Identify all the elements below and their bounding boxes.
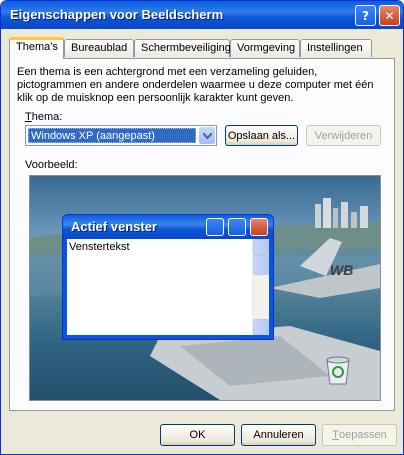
active-window-preview: Actief venster Venstertekst xyxy=(62,214,274,340)
help-button[interactable]: ? xyxy=(355,5,376,26)
tab-label: Bureaublad xyxy=(71,42,128,54)
title-bar[interactable]: Eigenschappen voor Beeldscherm ? ✕ xyxy=(1,1,403,29)
cancel-label: Annuleren xyxy=(253,429,304,441)
scroll-down-icon xyxy=(253,319,269,335)
tab-themas[interactable]: Thema's xyxy=(9,37,64,59)
tab-label: Instellingen xyxy=(307,42,363,54)
close-icon xyxy=(250,218,268,236)
save-as-button[interactable]: Opslaan als... xyxy=(225,125,298,146)
theme-label-rest: hema: xyxy=(31,111,63,123)
ok-label: OK xyxy=(189,429,206,441)
apply-button[interactable]: Toepassen xyxy=(322,424,397,446)
tab-label: Schermbeveiliging xyxy=(141,42,231,54)
save-as-label: Opslaan als... xyxy=(227,129,296,142)
tab-bureaublad[interactable]: Bureaublad xyxy=(64,39,134,57)
apply-accesskey: T xyxy=(332,429,339,441)
active-window-titlebar: Actief venster xyxy=(63,215,273,239)
close-icon: ✕ xyxy=(384,8,395,23)
active-window-title: Actief venster xyxy=(71,219,157,234)
theme-label: Thema: xyxy=(25,111,62,123)
tab-schermbeveiliging[interactable]: Schermbeveiliging xyxy=(134,39,231,57)
theme-label-accesskey: T xyxy=(25,111,32,123)
delete-button[interactable]: Verwijderen xyxy=(306,125,381,146)
minimize-icon xyxy=(206,218,224,236)
apply-label-rest: oepassen xyxy=(339,429,387,441)
chevron-down-icon xyxy=(202,132,212,139)
preview-label: Voorbeeld: xyxy=(25,159,78,171)
theme-select[interactable]: Windows XP (aangepast) xyxy=(25,125,217,146)
ok-button[interactable]: OK xyxy=(160,424,235,446)
preview-scrollbar xyxy=(252,239,269,335)
scroll-thumb xyxy=(253,255,269,275)
close-button[interactable]: ✕ xyxy=(379,5,400,26)
tab-vormgeving[interactable]: Vormgeving xyxy=(230,39,300,57)
tail-text: WB xyxy=(330,262,353,278)
tab-label: Vormgeving xyxy=(237,42,296,54)
question-mark-icon: ? xyxy=(362,8,369,23)
active-window-text: Venstertekst xyxy=(69,241,130,253)
dropdown-button[interactable] xyxy=(199,127,215,144)
cancel-button[interactable]: Annuleren xyxy=(241,424,316,446)
active-window-body: Venstertekst xyxy=(67,239,269,335)
recycle-bin-icon xyxy=(326,356,350,385)
tab-label: Thema's xyxy=(16,41,58,53)
scroll-up-icon xyxy=(253,239,269,255)
delete-label: Verwijderen xyxy=(314,129,373,142)
window-title: Eigenschappen voor Beeldscherm xyxy=(10,7,224,22)
theme-description: Een thema is een achtergrond met een ver… xyxy=(17,66,374,104)
display-properties-dialog: Eigenschappen voor Beeldscherm ? ✕ Thema… xyxy=(0,0,404,455)
maximize-icon xyxy=(228,218,246,236)
tab-instellingen[interactable]: Instellingen xyxy=(300,39,372,57)
theme-select-value: Windows XP (aangepast) xyxy=(28,128,196,143)
